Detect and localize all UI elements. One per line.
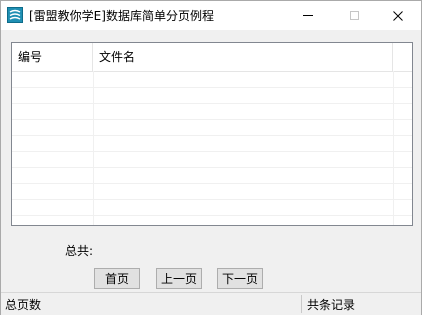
- grid-line: [93, 71, 94, 225]
- grid-line: [12, 103, 412, 104]
- status-divider: [301, 295, 302, 313]
- window-title: [雷盟教你学E]数据库简单分页例程: [29, 9, 214, 23]
- first-page-button[interactable]: 首页: [94, 268, 140, 289]
- prev-page-button[interactable]: 上一页: [156, 268, 202, 289]
- grid-line: [12, 215, 412, 216]
- total-label: 总共:: [65, 244, 94, 258]
- grid-line: [12, 151, 412, 152]
- close-icon: [393, 10, 403, 21]
- list-header: 编号 文件名: [12, 43, 412, 72]
- status-total-pages: 总页数: [5, 298, 42, 312]
- next-page-button[interactable]: 下一页: [217, 268, 263, 289]
- maximize-button[interactable]: [331, 1, 377, 30]
- grid-line: [393, 71, 394, 225]
- grid-line: [12, 119, 412, 120]
- grid-line: [12, 87, 412, 88]
- app-window: [雷盟教你学E]数据库简单分页例程 编号 文件名 总共: 首页 上一页 下一页 …: [0, 0, 422, 315]
- grid-line: [12, 167, 412, 168]
- grid-line: [12, 199, 412, 200]
- column-header-filename[interactable]: 文件名: [93, 43, 393, 71]
- title-bar[interactable]: [雷盟教你学E]数据库简单分页例程: [1, 1, 421, 30]
- minimize-icon: [303, 15, 313, 16]
- status-total-records: 共条记录: [307, 298, 356, 312]
- minimize-button[interactable]: [285, 1, 331, 30]
- grid-line: [12, 183, 412, 184]
- grid-line: [12, 135, 412, 136]
- record-list[interactable]: 编号 文件名: [11, 42, 413, 226]
- status-bar: 总页数 共条记录: [1, 292, 421, 315]
- maximize-icon: [349, 11, 359, 20]
- app-icon: [7, 7, 23, 23]
- column-header-id[interactable]: 编号: [12, 43, 93, 71]
- close-button[interactable]: [375, 1, 421, 30]
